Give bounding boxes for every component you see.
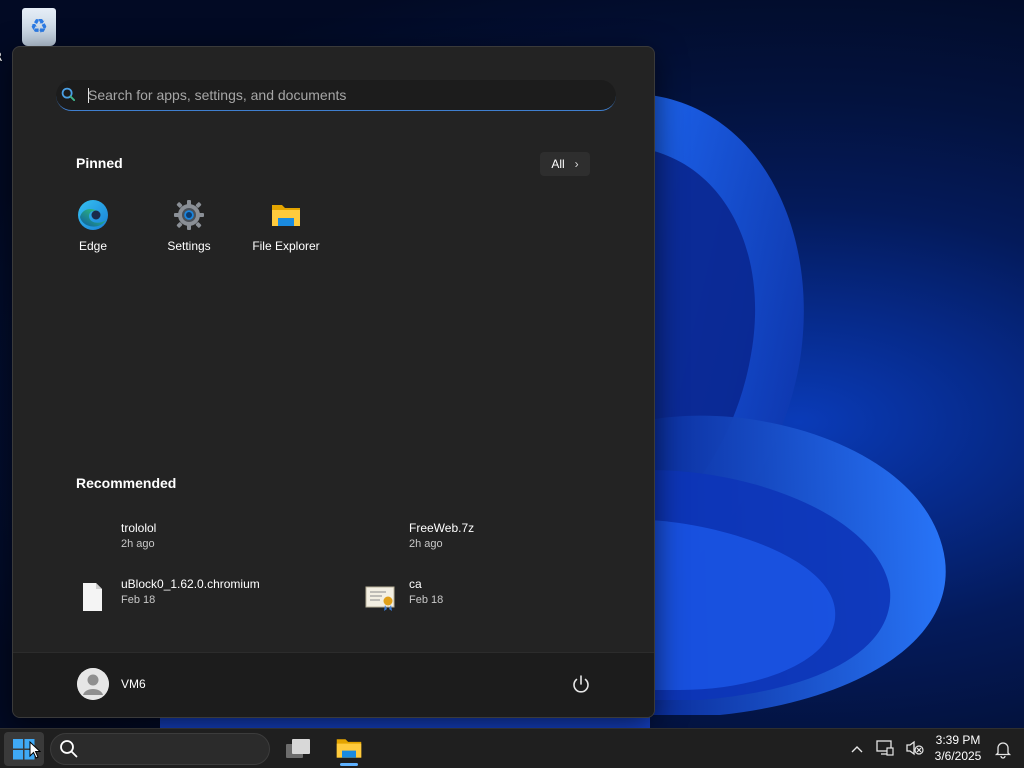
certificate-icon	[365, 586, 395, 611]
active-app-indicator	[340, 763, 358, 766]
all-apps-button[interactable]: All ›	[540, 152, 590, 176]
pinned-app-file-explorer[interactable]: File Explorer	[241, 197, 331, 257]
recycle-bin-icon	[22, 8, 56, 46]
start-search-box[interactable]	[56, 80, 616, 111]
taskbar-search-box[interactable]	[50, 733, 270, 765]
mouse-cursor-icon	[29, 741, 41, 759]
volume-muted-icon[interactable]	[905, 739, 925, 757]
pinned-app-label: Edge	[78, 239, 108, 253]
search-icon	[61, 87, 75, 101]
pinned-app-label: File Explorer	[252, 239, 320, 253]
chevron-up-icon[interactable]	[850, 739, 864, 759]
pinned-app-settings[interactable]: Settings	[144, 197, 234, 257]
user-icon	[77, 668, 109, 700]
power-icon[interactable]	[569, 673, 593, 697]
recommended-item-name: trololol	[121, 521, 157, 535]
user-avatar[interactable]	[77, 668, 109, 700]
taskbar-file-explorer[interactable]	[330, 731, 368, 767]
all-apps-label: All	[551, 157, 565, 171]
recommended-item-time: 2h ago	[409, 538, 443, 550]
notification-bell-icon[interactable]	[994, 739, 1012, 759]
recycle-bin-label: R	[0, 50, 2, 64]
recommended-item-time: Feb 18	[409, 594, 444, 606]
text-caret	[88, 88, 89, 103]
recommended-item-name: FreeWeb.7z	[409, 521, 475, 535]
taskbar: 3:39 PM 3/6/2025	[0, 728, 1024, 768]
system-clock[interactable]: 3:39 PM 3/6/2025	[930, 732, 986, 764]
recommended-item-name: ca	[409, 577, 422, 591]
start-menu: Pinned All › Edge	[12, 46, 655, 718]
user-name[interactable]: VM6	[121, 677, 146, 691]
recommended-item-name: uBlock0_1.62.0.chromium	[121, 577, 260, 591]
recommended-item-time: 2h ago	[121, 538, 155, 550]
folder-icon	[272, 205, 300, 226]
file-icon	[83, 583, 102, 611]
recommended-title: Recommended	[76, 475, 177, 491]
task-view-icon[interactable]	[284, 735, 312, 763]
folder-icon	[336, 739, 362, 758]
search-icon	[60, 740, 78, 758]
recommended-item-freeweb[interactable]: FreeWeb.7z 2h ago	[364, 521, 624, 561]
clock-date: 3/6/2025	[934, 749, 982, 763]
clock-time: 3:39 PM	[935, 733, 981, 747]
start-menu-footer: VM6	[13, 652, 654, 717]
network-icon[interactable]	[876, 739, 894, 757]
recommended-item-ublock[interactable]: uBlock0_1.62.0.chromium Feb 18	[76, 577, 336, 617]
recommended-item-trololol[interactable]: trololol 2h ago	[76, 521, 336, 561]
edge-icon	[78, 200, 108, 230]
start-search-input[interactable]	[88, 80, 608, 110]
pinned-app-edge[interactable]: Edge	[48, 197, 138, 257]
recommended-item-ca[interactable]: ca Feb 18	[364, 577, 624, 617]
pinned-title: Pinned	[76, 155, 123, 171]
pinned-app-label: Settings	[167, 239, 211, 253]
gear-icon	[174, 200, 204, 230]
recommended-item-time: Feb 18	[121, 594, 156, 606]
chevron-right-icon: ›	[574, 157, 579, 171]
